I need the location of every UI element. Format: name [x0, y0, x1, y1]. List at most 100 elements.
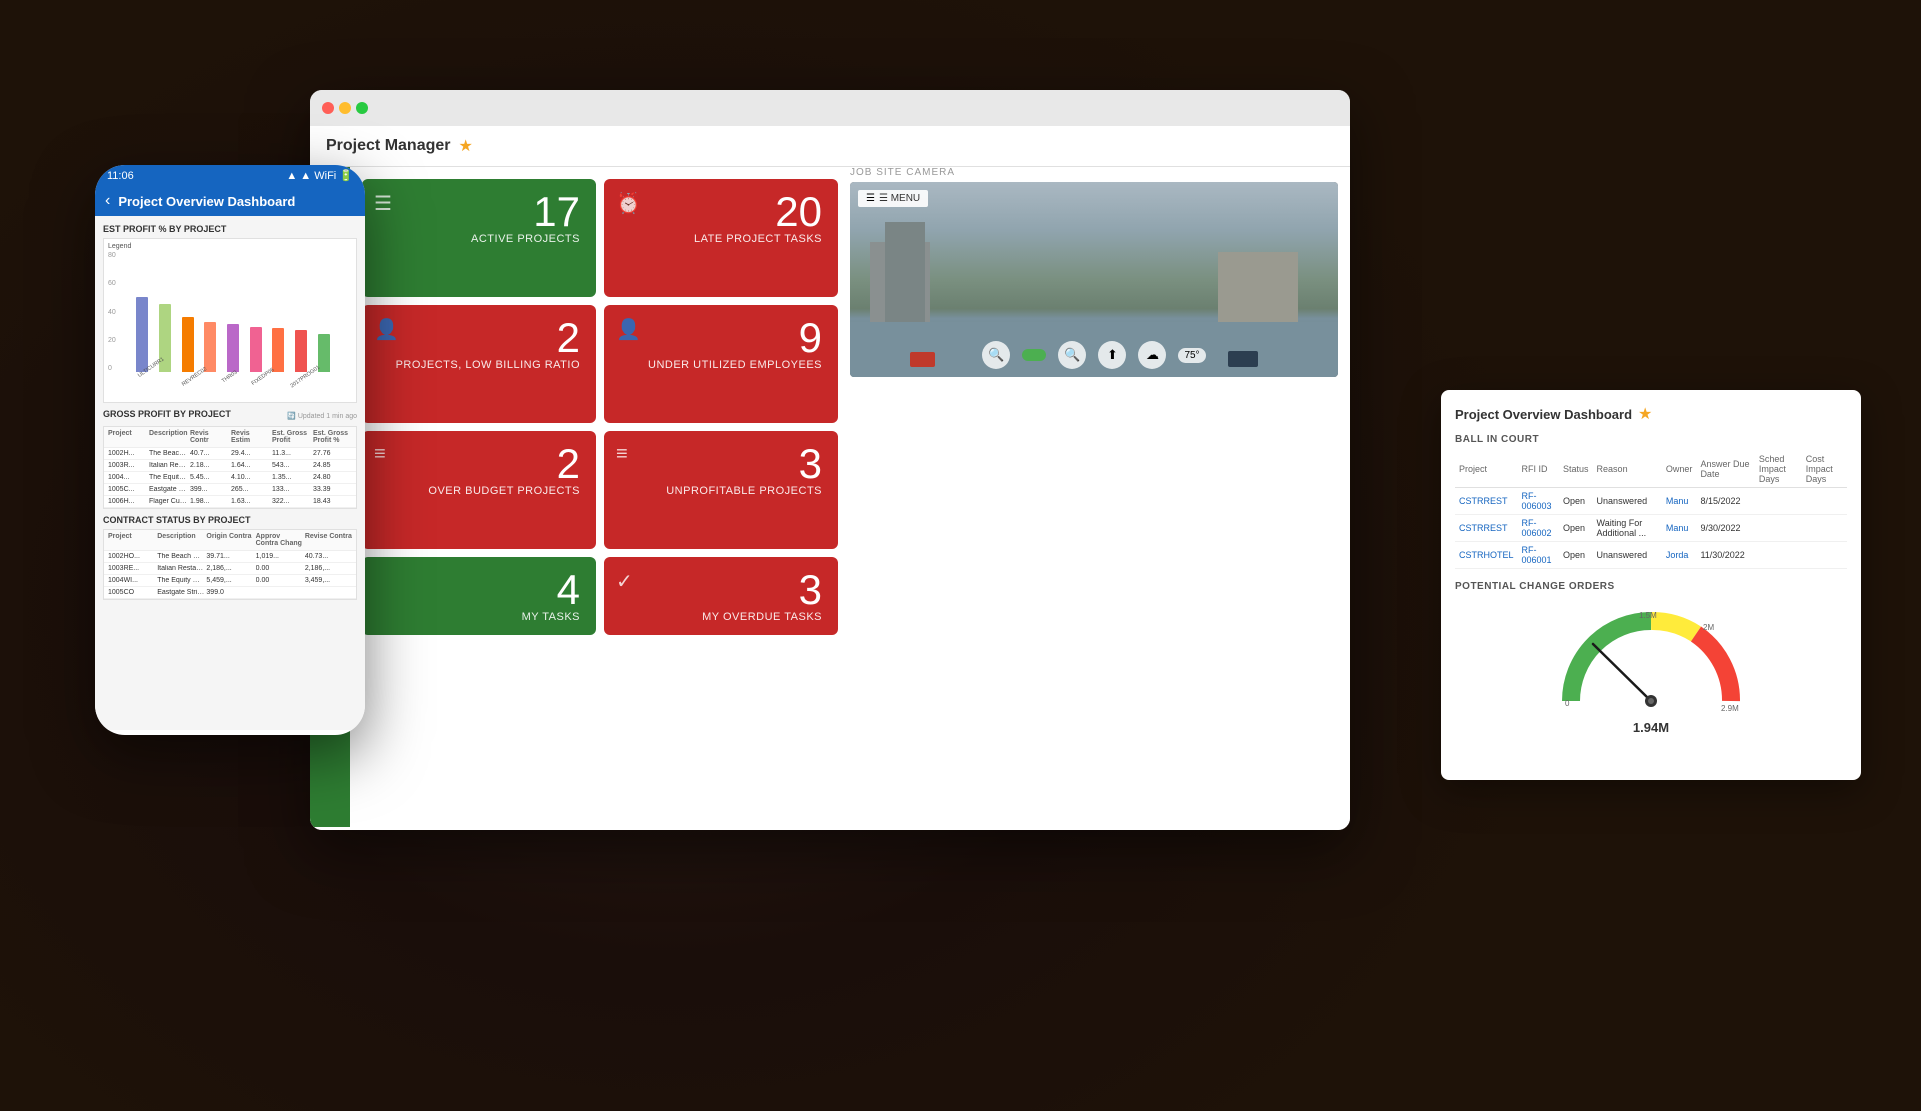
under-utilized-card[interactable]: 👤 9 UNDER UTILIZED EMPLOYEES — [604, 305, 838, 423]
bar — [272, 328, 284, 372]
camera-section-label: JOB SITE CAMERA — [850, 167, 1338, 178]
svg-text:1.5M: 1.5M — [1639, 611, 1657, 620]
x-axis-labels: ULTICURR1 REVREC02 THR03 FIXEDP06 2017PR… — [108, 372, 352, 380]
mobile-back-button[interactable]: ‹ — [105, 192, 110, 210]
under-utilized-icon: 👤 — [616, 317, 641, 342]
table-row: 1003RE... Italian Restaurant ... 2,186,.… — [104, 563, 356, 575]
unprofitable-content: 3 UNPROFITABLE PROJECTS — [620, 443, 822, 497]
mobile-header-title: Project Overview Dashboard — [118, 194, 295, 209]
table-row: 1004WI... The Equity Group -... 5,459,..… — [104, 575, 356, 587]
table-row: CSTRREST RF-006003 Open Unanswered Manu … — [1455, 488, 1847, 515]
contract-status-title: CONTRACT STATUS BY PROJECT — [103, 515, 357, 525]
active-projects-icon: ☰ — [374, 191, 392, 216]
table-row: 1006H... Flager Custom ... 1.98... 1.63.… — [104, 496, 356, 508]
est-profit-title: EST PROFIT % BY PROJECT — [103, 224, 357, 234]
ball-in-court-title: BALL IN COURT — [1455, 434, 1847, 445]
refresh-text: 🔄 Updated 1 min ago — [287, 412, 357, 420]
gauge-svg: 0 1.5M 2M 2.9M — [1551, 606, 1751, 716]
browser-window: Project Manager ★ ☰ ☰ 17 ACTIVE PROJECTS — [310, 90, 1350, 830]
bar — [227, 324, 239, 372]
favorite-star-icon[interactable]: ★ — [458, 136, 472, 156]
svg-text:2M: 2M — [1703, 623, 1714, 632]
owner-link[interactable]: Manu — [1666, 523, 1689, 533]
gauge-chart: 0 1.5M 2M 2.9M 1.94M — [1455, 598, 1847, 743]
project-link[interactable]: CSTRREST — [1459, 523, 1508, 533]
y-axis: 80 60 40 20 0 — [108, 252, 116, 372]
building-center — [885, 222, 925, 322]
browser-content: Project Manager ★ ☰ ☰ 17 ACTIVE PROJECTS — [310, 126, 1350, 830]
bar — [204, 322, 216, 372]
rfi-link[interactable]: RF-006003 — [1522, 491, 1552, 511]
over-budget-card[interactable]: ≡ 2 OVER BUDGET PROJECTS — [362, 431, 596, 549]
card-title: Project Overview Dashboard — [1455, 407, 1632, 422]
project-link[interactable]: CSTRREST — [1459, 496, 1508, 506]
bar-item — [268, 328, 289, 372]
camera-scene: ☰ ☰ MENU 🔍 🔍 ⬆ ☁ 75° — [850, 182, 1338, 377]
share-button[interactable]: ⬆ — [1098, 341, 1126, 369]
right-panel: JOB SITE CAMERA — [850, 167, 1350, 827]
table-row: 1003R... Italian Restaura... 2.18... 1.6… — [104, 460, 356, 472]
over-budget-content: 2 OVER BUDGET PROJECTS — [378, 443, 580, 497]
project-link[interactable]: CSTRHOTEL — [1459, 550, 1514, 560]
active-projects-number: 17 ACTIVE PROJECTS — [378, 191, 580, 245]
late-tasks-card[interactable]: ⏰ 20 LATE PROJECT TASKS — [604, 179, 838, 297]
rfi-link[interactable]: RF-006001 — [1522, 545, 1552, 565]
contract-table-header: Project Description Origin Contra Approv… — [104, 530, 356, 551]
chart-legend: Legend — [108, 243, 352, 250]
bar-item — [245, 327, 266, 372]
card-star-icon[interactable]: ★ — [1638, 404, 1652, 424]
my-overdue-tasks-card[interactable]: ✓ 3 MY OVERDUE TASKS — [604, 557, 838, 635]
ball-in-court-section: BALL IN COURT Project RFI ID Status Reas… — [1455, 434, 1847, 569]
card-title-row: Project Overview Dashboard ★ — [1455, 404, 1847, 424]
minimize-button[interactable] — [339, 102, 351, 114]
table-row: 1002HO... The Beach Hotel a... 39.71... … — [104, 551, 356, 563]
camera-menu-button[interactable]: ☰ ☰ MENU — [858, 190, 928, 207]
close-button[interactable] — [322, 102, 334, 114]
my-tasks-card[interactable]: 4 MY TASKS — [362, 557, 596, 635]
contract-table: Project Description Origin Contra Approv… — [103, 529, 357, 600]
potential-change-orders-section: POTENTIAL CHANGE ORDERS 0 1.5M 2M 2.9M — [1455, 581, 1847, 743]
camera-status-indicator — [1022, 349, 1046, 361]
change-orders-title: POTENTIAL CHANGE ORDERS — [1455, 581, 1847, 592]
unprofitable-card[interactable]: ≡ 3 UNPROFITABLE PROJECTS — [604, 431, 838, 549]
svg-text:2.9M: 2.9M — [1721, 704, 1739, 713]
bar-chart: 80 60 40 20 0 — [108, 252, 352, 372]
table-row: 1005C... Eastgate Strip ... 399... 265..… — [104, 484, 356, 496]
gross-profit-header: GROSS PROFIT BY PROJECT 🔄 Updated 1 min … — [103, 409, 357, 423]
camera-menu-label: ☰ MENU — [879, 193, 920, 204]
table-row: 1005CO Eastgate Strip Mall 399.0 — [104, 587, 356, 599]
owner-link[interactable]: Jorda — [1666, 550, 1689, 560]
browser-titlebar — [310, 90, 1350, 126]
bar — [250, 327, 262, 372]
overdue-tasks-icon: ✓ — [616, 569, 633, 594]
svg-text:0: 0 — [1565, 699, 1570, 708]
zoom-in-button[interactable]: 🔍 — [1058, 341, 1086, 369]
owner-link[interactable]: Manu — [1666, 496, 1689, 506]
bar-item — [200, 322, 221, 372]
gross-profit-table: Project Description Revis Contr Revis Es… — [103, 426, 357, 509]
project-overview-card: Project Overview Dashboard ★ BALL IN COU… — [1441, 390, 1861, 780]
rfi-link[interactable]: RF-006002 — [1522, 518, 1552, 538]
active-projects-card[interactable]: ☰ 17 ACTIVE PROJECTS — [362, 179, 596, 297]
unprofitable-icon: ≡ — [616, 443, 628, 466]
under-utilized-content: 9 UNDER UTILIZED EMPLOYEES — [620, 317, 822, 371]
low-billing-card[interactable]: 👤 2 PROJECTS, LOW BILLING RATIO — [362, 305, 596, 423]
mobile-phone: 11:06 ▲ ▲ WiFi 🔋 ‹ Project Overview Dash… — [95, 165, 365, 735]
mobile-status-bar: 11:06 ▲ ▲ WiFi 🔋 — [95, 165, 365, 186]
camera-controls: 🔍 🔍 ⬆ ☁ 75° — [850, 341, 1338, 369]
bar-item — [177, 317, 198, 372]
mobile-status-icons: ▲ ▲ WiFi 🔋 — [286, 169, 353, 182]
ball-in-court-table: Project RFI ID Status Reason Owner Answe… — [1455, 451, 1847, 569]
camera-view: ☰ ☰ MENU 🔍 🔍 ⬆ ☁ 75° — [850, 182, 1338, 377]
maximize-button[interactable] — [356, 102, 368, 114]
browser-window-controls — [322, 102, 368, 114]
dashboard-grid: ☰ 17 ACTIVE PROJECTS ⏰ 20 LATE PROJECT T… — [350, 167, 850, 647]
table-row: CSTRREST RF-006002 Open Waiting For Addi… — [1455, 515, 1847, 542]
late-tasks-content: 20 LATE PROJECT TASKS — [620, 191, 822, 245]
weather-button[interactable]: ☁ — [1138, 341, 1166, 369]
main-layout: ☰ ☰ 17 ACTIVE PROJECTS ⏰ 20 LAT — [310, 167, 1350, 827]
table-row: 1002H... The Beach Hot... 40.7... 29.4..… — [104, 448, 356, 460]
zoom-out-button[interactable]: 🔍 — [982, 341, 1010, 369]
bar-item — [132, 297, 153, 372]
building-right — [1218, 252, 1298, 322]
